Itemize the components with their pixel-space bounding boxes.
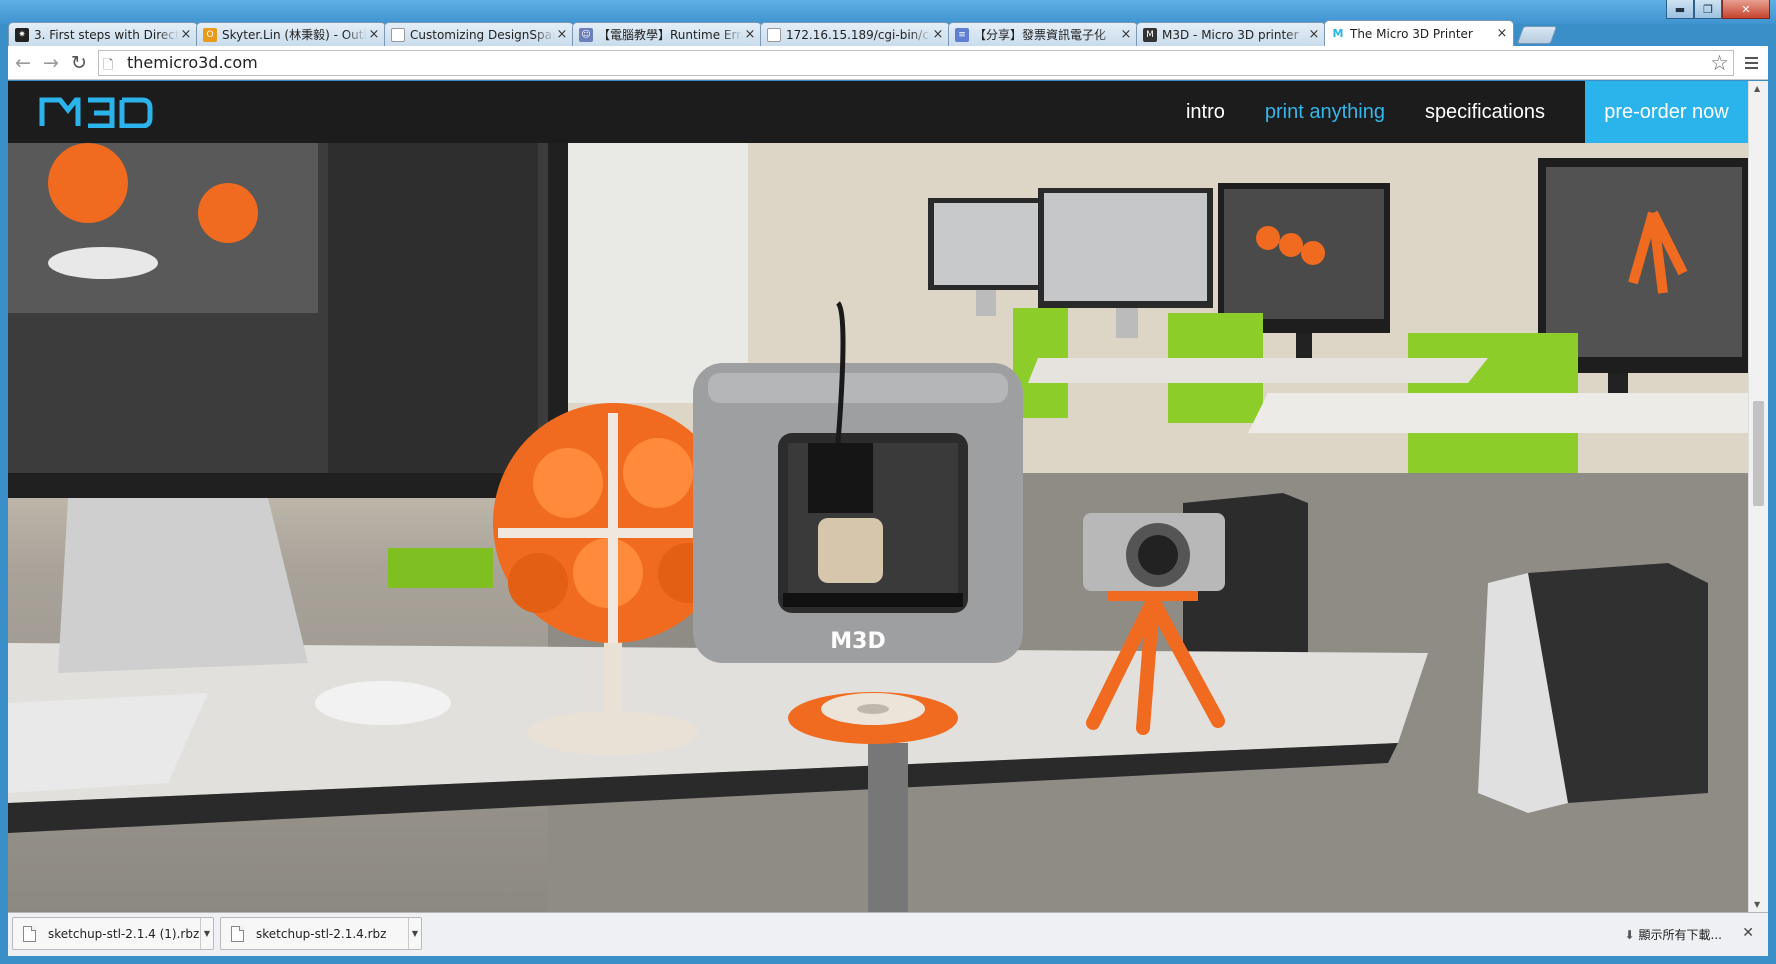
download-shelf: sketchup-stl-2.1.4 (1).rbz ▼ sketchup-st… (8, 912, 1768, 956)
background-desk (1028, 358, 1488, 383)
hero-image: M3D (8, 143, 1748, 912)
chevron-down-icon[interactable]: ▼ (408, 918, 421, 949)
nav-specifications-link[interactable]: specifications (1425, 101, 1545, 124)
download-item[interactable]: sketchup-stl-2.1.4.rbz ▼ (220, 917, 422, 950)
browser-tab[interactable]: 172.16.15.189/cgi-bin/cgi × (760, 22, 950, 46)
outlook-icon: O (203, 27, 217, 42)
close-shelf-icon[interactable]: ✕ (1742, 925, 1754, 941)
forward-button[interactable]: → (38, 50, 64, 76)
close-tab-icon[interactable]: × (931, 27, 945, 42)
tab-title: 3. First steps with Direct Modeling (34, 27, 179, 42)
download-item[interactable]: sketchup-stl-2.1.4 (1).rbz ▼ (12, 917, 214, 950)
nav-print-anything-link[interactable]: print anything (1265, 101, 1385, 124)
foreground-monitor (8, 143, 568, 673)
browser-tab[interactable]: O Skyter.Lin (林秉毅) - Outlook × (196, 22, 386, 46)
browser-tab[interactable]: M M3D - Micro 3D printer × (1136, 22, 1326, 46)
close-tab-icon[interactable]: × (555, 27, 569, 42)
forum-icon: ≡ (955, 27, 969, 42)
site-navbar: intro print anything specifications pre-… (8, 81, 1748, 143)
browser-tab[interactable]: Customizing DesignSpark × (384, 22, 574, 46)
window-controls: ▬ ❐ ✕ (1666, 0, 1770, 19)
maximize-button[interactable]: ❐ (1694, 0, 1722, 19)
close-tab-icon[interactable]: × (1119, 27, 1133, 42)
page-icon (391, 27, 405, 42)
scroll-down-icon[interactable]: ▼ (1754, 900, 1760, 909)
close-tab-icon[interactable]: × (1495, 26, 1509, 41)
printed-gears (788, 692, 958, 744)
show-all-downloads-label: 顯示所有下載... (1638, 928, 1722, 942)
bookmark-star-icon[interactable]: ☆ (1710, 51, 1729, 75)
download-filename: sketchup-stl-2.1.4 (1).rbz (48, 926, 200, 941)
page-scrollbar[interactable]: ▲ ▼ (1748, 81, 1768, 912)
tab-title: 【分享】發票資訊電子化 (974, 28, 1107, 42)
reload-button[interactable]: ↻ (66, 50, 92, 76)
tab-title: Skyter.Lin (林秉毅) - Outlook (222, 28, 367, 42)
tab-title: The Micro 3D Printer (1350, 26, 1473, 41)
minimize-button[interactable]: ▬ (1666, 0, 1694, 19)
pre-order-button[interactable]: pre-order now (1585, 81, 1748, 143)
close-tab-icon[interactable]: × (743, 27, 757, 42)
download-filename: sketchup-stl-2.1.4.rbz (256, 926, 387, 941)
browser-toolbar: ← → ↻ 🗋 themicro3d.com ☆ (8, 46, 1768, 80)
file-icon (231, 925, 244, 942)
browser-tab[interactable]: ☺ 【電腦教學】Runtime Error × (572, 22, 762, 46)
close-tab-icon[interactable]: × (179, 27, 193, 42)
page-icon (767, 27, 781, 42)
url-text[interactable]: themicro3d.com (127, 53, 258, 72)
chevron-down-icon[interactable]: ▼ (200, 918, 213, 949)
back-button[interactable]: ← (10, 50, 36, 76)
m3d-icon: M (1332, 27, 1344, 40)
show-all-downloads-link[interactable]: ⬇ 顯示所有下載... (1624, 926, 1722, 943)
scroll-up-icon[interactable]: ▲ (1754, 84, 1760, 93)
tab-title: 【電腦教學】Runtime Error (598, 28, 743, 42)
page-viewport: intro print anything specifications pre-… (8, 81, 1748, 912)
app-icon: ✷ (15, 27, 29, 42)
printer-badge: M3D (830, 629, 885, 654)
close-tab-icon[interactable]: × (1307, 27, 1321, 42)
green-chair (388, 548, 493, 588)
m3d-logo-icon (39, 97, 153, 129)
browser-tab[interactable]: ≡ 【分享】發票資訊電子化 × (948, 22, 1138, 46)
mouse (315, 681, 451, 725)
tab-title: M3D - Micro 3D printer (1162, 27, 1299, 42)
m3d-icon: M (1143, 27, 1157, 42)
new-tab-button[interactable] (1516, 26, 1558, 44)
close-tab-icon[interactable]: × (367, 27, 381, 42)
forum-icon: ☺ (579, 27, 593, 42)
file-icon (23, 925, 36, 942)
site-nav-links: intro print anything specifications pre-… (1186, 81, 1748, 143)
tab-strip: ✷ 3. First steps with Direct Modeling × … (8, 18, 1768, 46)
desk-leg (868, 743, 908, 912)
browser-tab-active[interactable]: M The Micro 3D Printer × (1324, 20, 1514, 46)
background-desk (1248, 393, 1748, 433)
nav-intro-link[interactable]: intro (1186, 101, 1225, 124)
hero-scene: M3D (8, 143, 1748, 912)
tab-title: Customizing DesignSpark (410, 27, 555, 42)
close-window-button[interactable]: ✕ (1722, 0, 1770, 19)
browser-tab[interactable]: ✷ 3. First steps with Direct Modeling × (8, 22, 198, 46)
m3d-logo[interactable] (38, 96, 154, 131)
download-arrow-icon: ⬇ (1624, 928, 1635, 942)
browser-menu-icon[interactable] (1738, 50, 1764, 76)
tab-title: 172.16.15.189/cgi-bin/cgi (786, 27, 931, 42)
page-icon: 🗋 (103, 57, 114, 73)
address-bar[interactable]: 🗋 themicro3d.com ☆ (98, 49, 1734, 76)
scroll-thumb[interactable] (1753, 401, 1764, 506)
